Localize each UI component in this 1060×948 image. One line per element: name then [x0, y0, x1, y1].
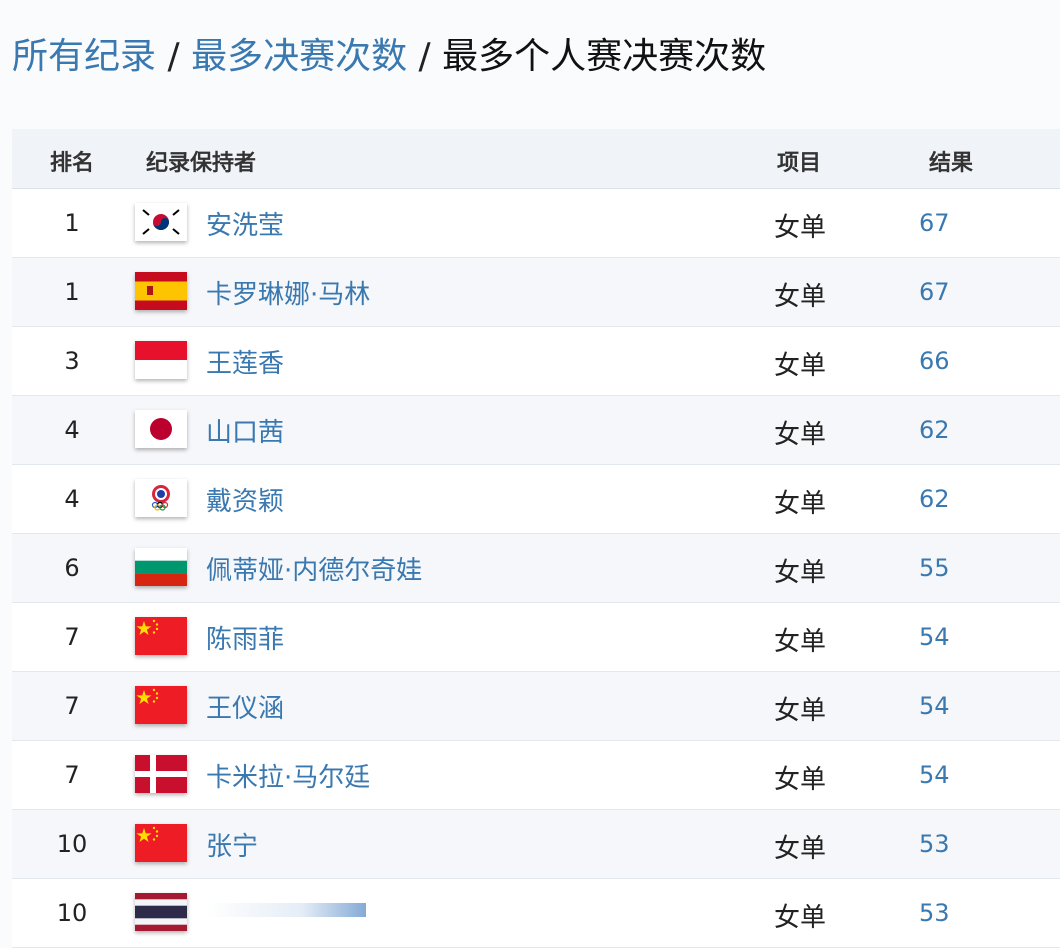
korea-flag-icon: [135, 203, 187, 241]
header-holder: 纪录保持者: [146, 151, 257, 176]
rank-cell: 1: [64, 278, 80, 306]
rank-cell: 4: [64, 416, 80, 444]
rank-cell: 10: [56, 830, 88, 858]
breadcrumb: 所有纪录 / 最多决赛次数 / 最多个人赛决赛次数: [12, 34, 766, 80]
rank-cell: 7: [64, 623, 80, 651]
page-title: 最多个人赛决赛次数: [442, 36, 767, 77]
rank-cell: 3: [64, 347, 80, 375]
rank-cell: 4: [64, 485, 80, 513]
china-flag-icon: [135, 617, 187, 655]
table-row: 1 卡罗琳娜·马林 女单 67: [12, 258, 1060, 327]
table-header: 排名 纪录保持者 项目 结果: [12, 129, 1060, 189]
header-rank: 排名: [50, 151, 95, 176]
breadcrumb-separator: /: [167, 36, 180, 77]
breadcrumb-all-records-link[interactable]: 所有纪录: [12, 36, 156, 77]
result-link[interactable]: 54: [919, 761, 950, 789]
breadcrumb-separator: /: [418, 36, 431, 77]
result-link[interactable]: 67: [919, 278, 950, 306]
holder-name-link[interactable]: 山口茜: [206, 412, 284, 449]
result-link[interactable]: 53: [919, 899, 950, 927]
result-link[interactable]: 62: [919, 485, 950, 513]
event-cell: 女单: [774, 903, 827, 933]
header-event: 项目: [777, 151, 822, 176]
event-cell: 女单: [774, 213, 827, 243]
holder-name-link[interactable]: 陈雨菲: [206, 619, 284, 656]
breadcrumb-most-finals-link[interactable]: 最多决赛次数: [191, 36, 407, 77]
result-link[interactable]: 62: [919, 416, 950, 444]
event-cell: 女单: [774, 765, 827, 795]
holder-name-link[interactable]: 张宁: [206, 826, 258, 863]
event-cell: 女单: [774, 834, 827, 864]
blurred-name: [206, 903, 366, 917]
rank-cell: 7: [64, 692, 80, 720]
holder-name-link[interactable]: 王仪涵: [206, 688, 284, 725]
header-result: 结果: [929, 151, 974, 176]
event-cell: 女单: [774, 627, 827, 657]
chinese-taipei-flag-icon: [135, 479, 187, 517]
table-body: 1 安洗莹 女单 67 1 卡罗琳娜·马林 女单 67 3 王莲香 女单 66 4 山口茜 女单 62 4 戴资颖…: [12, 189, 1060, 948]
result-link[interactable]: 53: [919, 830, 950, 858]
result-link[interactable]: 54: [919, 692, 950, 720]
table-row: 10 张宁 女单 53: [12, 810, 1060, 879]
event-cell: 女单: [774, 282, 827, 312]
result-link[interactable]: 54: [919, 623, 950, 651]
event-cell: 女单: [774, 351, 827, 381]
holder-name-link[interactable]: 佩蒂娅·内德尔奇娃: [206, 550, 422, 587]
table-row: 7 陈雨菲 女单 54: [12, 603, 1060, 672]
rank-cell: 10: [56, 899, 88, 927]
denmark-flag-icon: [135, 755, 187, 793]
indonesia-flag-icon: [135, 341, 187, 379]
table-row: 4 山口茜 女单 62: [12, 396, 1060, 465]
thailand-flag-icon: [135, 893, 187, 931]
japan-flag-icon: [135, 410, 187, 448]
table-row: 7 卡米拉·马尔廷 女单 54: [12, 741, 1060, 810]
china-flag-icon: [135, 824, 187, 862]
holder-name-link[interactable]: 卡米拉·马尔廷: [206, 757, 370, 794]
holder-name-link[interactable]: 安洗莹: [206, 205, 284, 242]
event-cell: 女单: [774, 420, 827, 450]
result-link[interactable]: 67: [919, 209, 950, 237]
bulgaria-flag-icon: [135, 548, 187, 586]
rank-cell: 1: [64, 209, 80, 237]
event-cell: 女单: [774, 558, 827, 588]
holder-name-link[interactable]: 王莲香: [206, 343, 284, 380]
table-row: 3 王莲香 女单 66: [12, 327, 1060, 396]
spain-flag-icon: [135, 272, 187, 310]
table-row: 4 戴资颖 女单 62: [12, 465, 1060, 534]
records-page: 所有纪录 / 最多决赛次数 / 最多个人赛决赛次数 排名 纪录保持者 项目 结果…: [0, 0, 1060, 948]
event-cell: 女单: [774, 696, 827, 726]
holder-name-link[interactable]: 戴资颖: [206, 481, 284, 518]
china-flag-icon: [135, 686, 187, 724]
event-cell: 女单: [774, 489, 827, 519]
table-row: 10 女单 53: [12, 879, 1060, 948]
table-row: 7 王仪涵 女单 54: [12, 672, 1060, 741]
table-row: 6 佩蒂娅·内德尔奇娃 女单 55: [12, 534, 1060, 603]
rank-cell: 6: [64, 554, 80, 582]
table-row: 1 安洗莹 女单 67: [12, 189, 1060, 258]
result-link[interactable]: 55: [919, 554, 950, 582]
rank-cell: 7: [64, 761, 80, 789]
result-link[interactable]: 66: [919, 347, 950, 375]
records-table: 排名 纪录保持者 项目 结果 1 安洗莹 女单 67 1 卡罗琳娜·马林 女单 67 3 王莲香女…: [12, 129, 1060, 948]
holder-name-link[interactable]: 卡罗琳娜·马林: [206, 274, 370, 311]
